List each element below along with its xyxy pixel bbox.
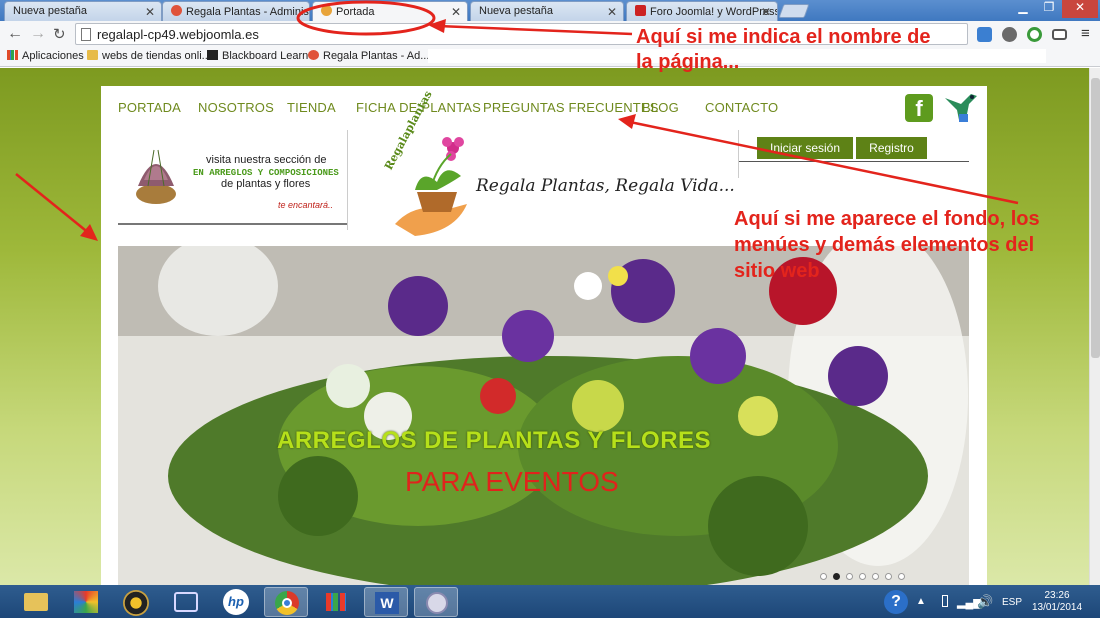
volume-icon[interactable]: 🔊 [977,594,993,610]
word-icon: W [375,592,399,614]
clock-time: 23:26 [1044,590,1070,601]
arrow-head [428,19,446,33]
chrome-icon [275,591,299,615]
tray-expand-icon[interactable]: ▲ [916,596,926,607]
annotation-bg-line-3: sitio web [734,260,820,282]
annotation-arrow [629,120,1019,205]
app-taskbar-button[interactable] [114,587,158,617]
chrome-center [282,598,292,608]
annotation-overlay [15,0,1019,241]
media-icon [123,590,149,616]
hp-taskbar-button[interactable]: hp [214,587,258,617]
language-indicator[interactable]: ESP [1002,597,1022,608]
app-taskbar-button[interactable] [314,587,358,617]
hp-icon: hp [223,589,249,615]
network-app-icon [174,592,198,612]
annotation-arrow [15,173,91,235]
chrome-taskbar-button[interactable] [264,587,308,617]
folder-icon [24,593,48,611]
word-taskbar-button[interactable]: W [364,587,408,617]
annotation-tab-line-1: Aquí si me indica el nombre de [636,26,931,48]
tab-highlight-ellipse [296,0,436,36]
annotation-tab-line-2: la página... [636,51,740,73]
battery-icon[interactable] [942,595,948,607]
annotation-arrow [437,24,633,36]
palette-icon [426,592,448,614]
annotation-bg-line-2: menúes y demás elementos del [734,234,1035,256]
clock-date: 13/01/2014 [1031,602,1083,613]
apps-icon [326,593,346,611]
app-taskbar-button[interactable] [64,587,108,617]
explorer-taskbar-button[interactable] [14,587,58,617]
app-taskbar-button[interactable] [164,587,208,617]
annotation-bg-line-1: Aquí si me aparece el fondo, los [734,208,1040,230]
paint-icon [74,591,98,613]
clock[interactable]: 23:26 13/01/2014 [1024,590,1090,614]
paint-taskbar-button[interactable] [414,587,458,617]
arrow-head [618,114,636,129]
help-icon[interactable]: ? [884,590,908,614]
